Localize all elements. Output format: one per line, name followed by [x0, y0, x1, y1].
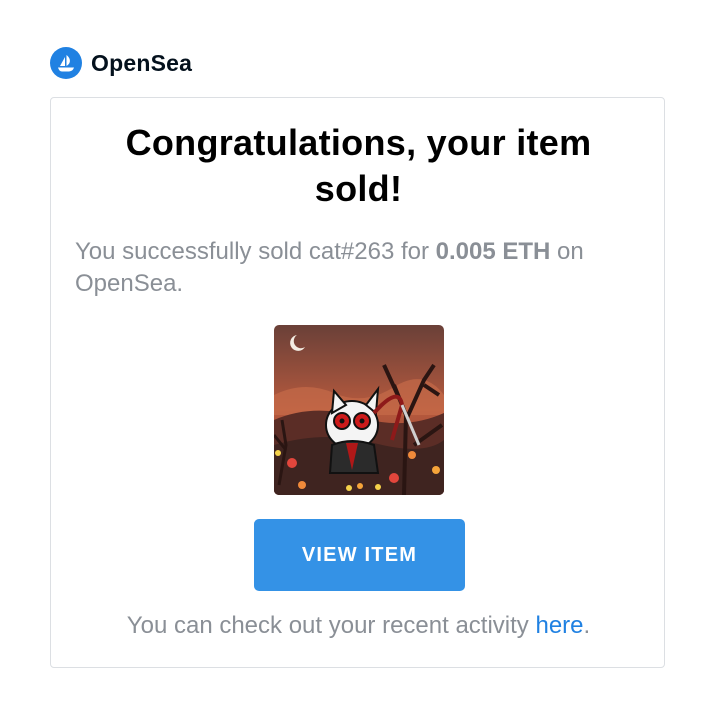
sale-message: You successfully sold cat#263 for 0.005 …: [75, 236, 645, 300]
activity-message: You can check out your recent activity h…: [51, 610, 666, 642]
opensea-logo-icon[interactable]: [50, 47, 82, 79]
activity-message-prefix: You can check out your recent activity: [126, 612, 536, 639]
notification-card: Congratulations, your item sold! You suc…: [50, 97, 665, 668]
activity-message-suffix: .: [583, 612, 591, 639]
header: OpenSea: [50, 46, 192, 80]
view-item-button[interactable]: VIEW ITEM: [254, 519, 465, 591]
page-title: Congratulations, your item sold!: [125, 122, 592, 209]
cat-nft-image: [274, 325, 444, 495]
sale-amount: 0.005 ETH: [435, 238, 551, 265]
sale-message-prefix: You successfully sold cat#263 for: [75, 238, 436, 265]
brand-name[interactable]: OpenSea: [91, 50, 192, 77]
activity-link[interactable]: here: [535, 612, 583, 639]
